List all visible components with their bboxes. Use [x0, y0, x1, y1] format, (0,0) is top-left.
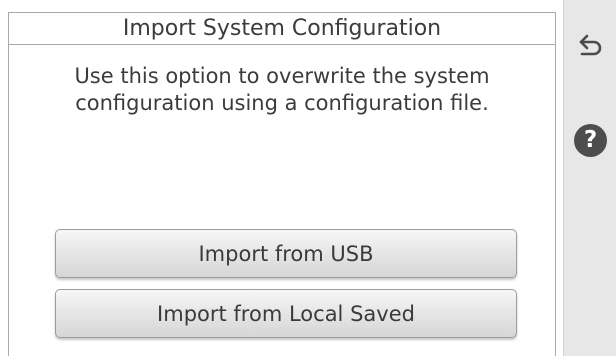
side-toolbar: ? — [563, 0, 616, 356]
description-text: Use this option to overwrite the system … — [9, 63, 555, 117]
description-line-2: configuration using a configuration file… — [75, 91, 489, 115]
import-config-panel: Import System Configuration Use this opt… — [8, 12, 556, 356]
help-icon: ? — [574, 123, 607, 157]
help-button[interactable]: ? — [564, 120, 616, 160]
screen: Import System Configuration Use this opt… — [0, 0, 616, 356]
back-button[interactable] — [564, 28, 616, 64]
description-line-1: Use this option to overwrite the system — [74, 64, 490, 88]
back-arrow-icon — [579, 34, 601, 56]
import-from-usb-button[interactable]: Import from USB — [55, 229, 517, 278]
import-from-local-saved-button[interactable]: Import from Local Saved — [55, 289, 517, 338]
page-title: Import System Configuration — [9, 13, 555, 45]
